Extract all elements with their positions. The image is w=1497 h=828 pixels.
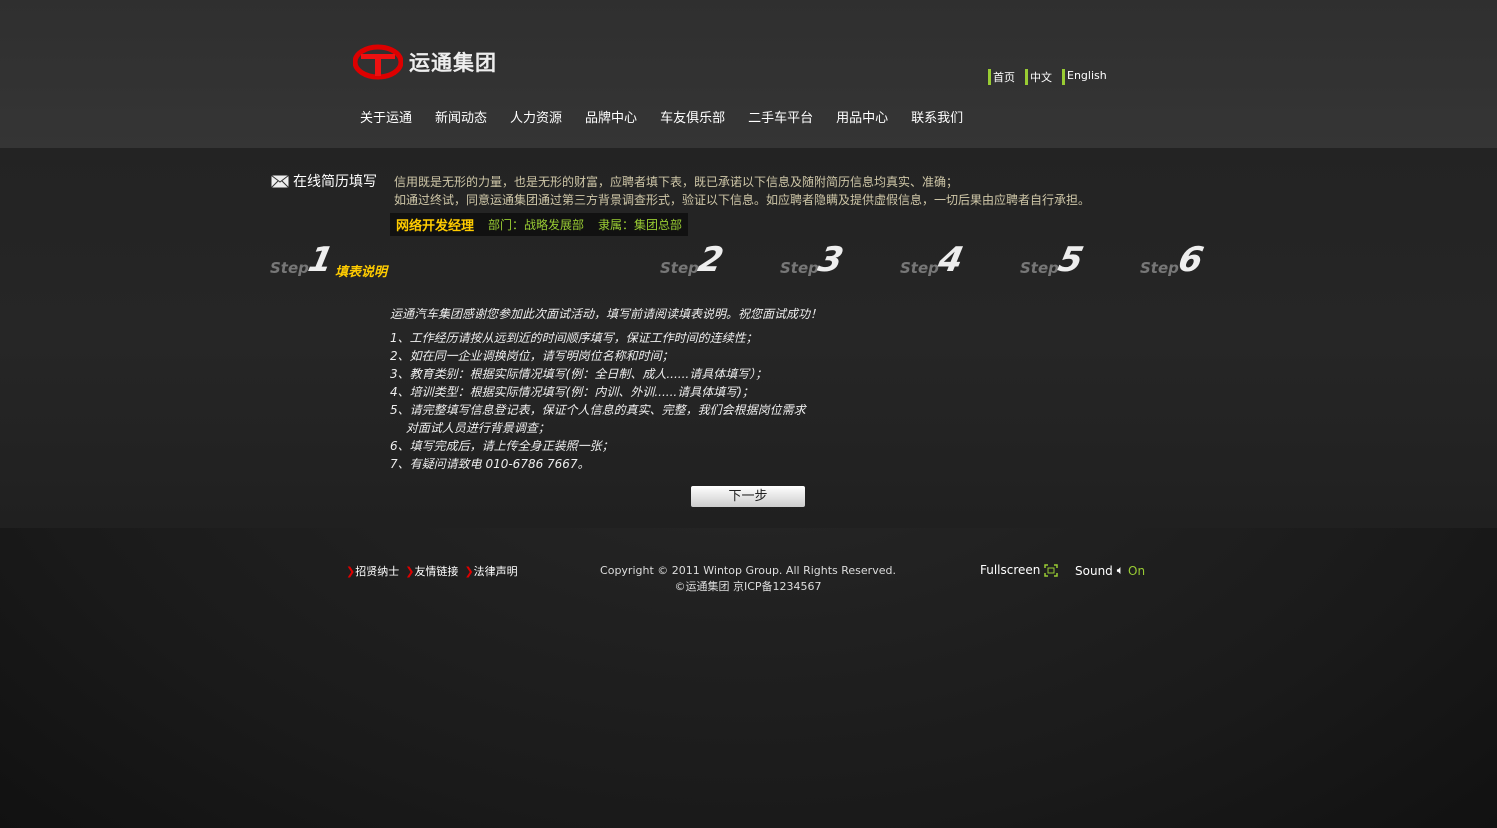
next-step-button[interactable]: 下一步 <box>691 486 805 507</box>
step-2: Step 2 <box>660 240 727 280</box>
nav-item[interactable]: 车友俱乐部 <box>660 107 725 126</box>
logo-mark-icon <box>353 44 403 80</box>
footer-link-careers[interactable]: 招贤纳士 <box>346 563 399 579</box>
step-3: Step 3 <box>780 240 847 280</box>
footer-link-friends[interactable]: 友情链接 <box>405 563 458 579</box>
instruction-item: 1、工作经历请按从远到近的时间顺序填写，保证工作时间的连续性； <box>390 331 758 345</box>
instruction-item: 5、请完整填写信息登记表，保证个人信息的真实、完整，我们会根据岗位需求 <box>390 403 806 417</box>
job-affiliation: 隶属：集团总部 <box>598 218 683 232</box>
footer-link-legal[interactable]: 法律声明 <box>464 563 518 579</box>
intro-line: 信用既是无形的力量，也是无形的财富，应聘者填下表，既已承诺以下信息及随附简历信息… <box>394 175 959 189</box>
fullscreen-toggle[interactable]: Fullscreen <box>980 563 1059 577</box>
instruction-item: 4、培训类型：根据实际情况填写(例：内训、外训......请具体填写)； <box>390 385 754 399</box>
nav-item[interactable]: 关于运通 <box>360 107 412 126</box>
fullscreen-icon <box>1044 563 1059 577</box>
instruction-item: 2、如在同一企业调换岗位，请写明岗位名称和时间； <box>390 349 674 363</box>
copyright-text: Copyright © 2011 Wintop Group. All Right… <box>600 564 896 577</box>
copyright: Copyright © 2011 Wintop Group. All Right… <box>600 563 896 595</box>
intro-line: 如通过终试，同意运通集团通过第三方背景调查形式，验证以下信息。如应聘者隐瞒及提供… <box>394 193 1091 207</box>
sound-label: Sound <box>1075 563 1113 578</box>
job-department: 部门：战略发展部 <box>488 218 585 232</box>
envelope-icon <box>271 174 289 188</box>
resume-title: 在线简历填写 <box>271 171 377 191</box>
speaker-icon: 🔈︎ <box>1116 563 1124 577</box>
logo-text: 运通集团 <box>409 51 497 75</box>
link-english[interactable]: English <box>1062 69 1107 85</box>
step-5: Step 5 <box>1020 240 1087 280</box>
nav-item[interactable]: 人力资源 <box>510 107 562 126</box>
sound-toggle[interactable]: Sound 🔈︎ On <box>1075 563 1145 578</box>
instruction-item: 6、填写完成后，请上传全身正装照一张； <box>390 439 614 453</box>
instruction-item: 3、教育类别：根据实际情况填写(例：全日制、成人......请具体填写）； <box>390 367 768 381</box>
resume-title-text: 在线简历填写 <box>293 174 377 190</box>
job-info: 网络开发经理 部门：战略发展部 隶属：集团总部 <box>390 213 689 236</box>
job-title: 网络开发经理 <box>396 219 475 234</box>
step-4: Step 4 <box>900 240 967 280</box>
footer-links: 招贤纳士 友情链接 法律声明 <box>346 563 518 579</box>
sound-state: On <box>1128 563 1146 578</box>
main-nav: 关于运通 新闻动态 人力资源 品牌中心 车友俱乐部 二手车平台 用品中心 联系我… <box>360 107 986 126</box>
step-1-label: 填表说明 <box>335 265 388 280</box>
top-links: 首页 中文 English <box>988 69 1107 85</box>
step-1: Step 1 <box>270 240 337 280</box>
instruction-item: 7、有疑问请致电 010-6786 7667。 <box>390 457 590 471</box>
resume-intro: 信用既是无形的力量，也是无形的财富，应聘者填下表，既已承诺以下信息及随附简历信息… <box>394 173 1090 209</box>
instruction-item: 对面试人员进行背景调查； <box>390 421 550 435</box>
logo[interactable]: 运通集团 <box>353 44 497 80</box>
nav-item[interactable]: 品牌中心 <box>585 107 637 126</box>
form-instructions: 运通汽车集团感谢您参加此次面试活动，填写前请阅读填表说明。祝您面试成功！ 1、工… <box>390 305 822 473</box>
instructions-head: 运通汽车集团感谢您参加此次面试活动，填写前请阅读填表说明。祝您面试成功！ <box>390 307 823 321</box>
nav-item[interactable]: 新闻动态 <box>435 107 487 126</box>
link-chinese[interactable]: 中文 <box>1025 69 1052 85</box>
fullscreen-label: Fullscreen <box>980 563 1041 577</box>
nav-item[interactable]: 二手车平台 <box>748 107 813 126</box>
step-6: Step 6 <box>1140 240 1207 280</box>
nav-item[interactable]: 用品中心 <box>836 107 888 126</box>
nav-item[interactable]: 联系我们 <box>911 107 963 126</box>
link-home[interactable]: 首页 <box>988 69 1015 85</box>
icp-text: ©运通集团 京ICP备1234567 <box>674 580 822 593</box>
